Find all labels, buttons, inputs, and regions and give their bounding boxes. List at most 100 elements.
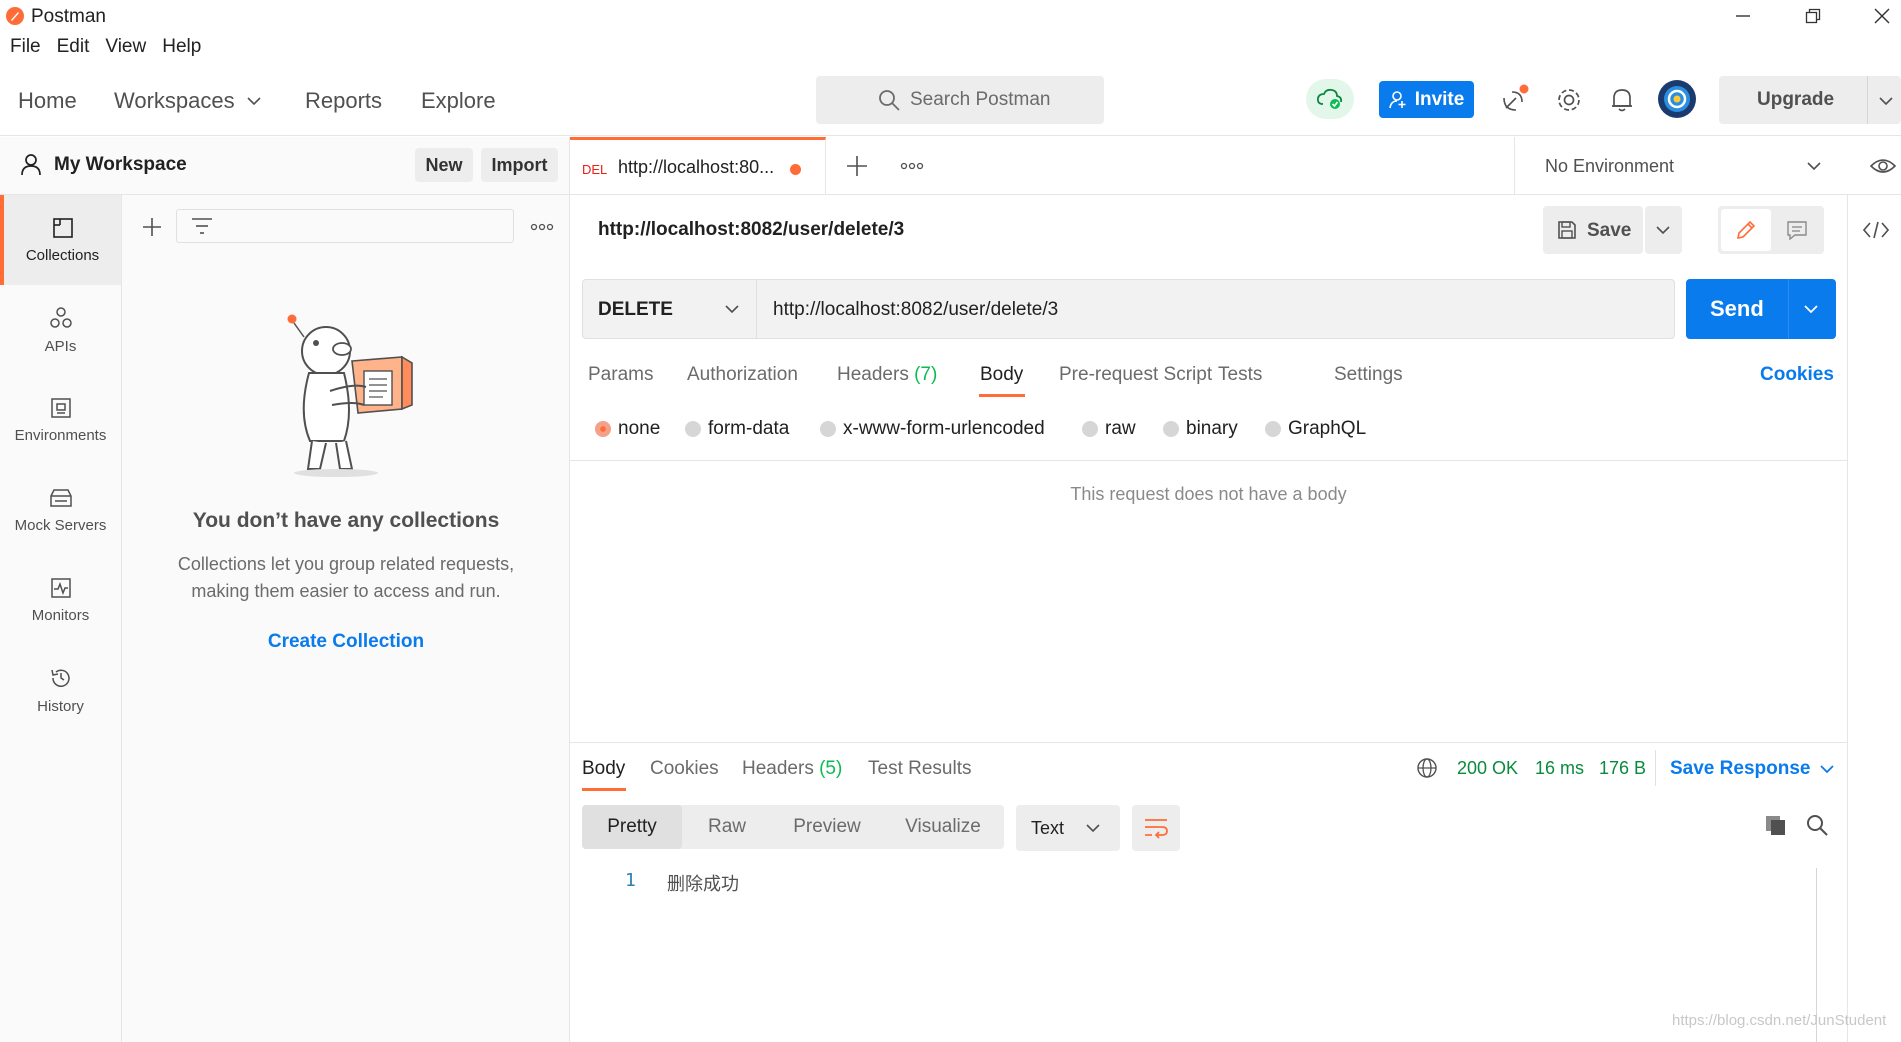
response-tab-cookies[interactable]: Cookies <box>650 758 719 780</box>
code-snippet-icon[interactable] <box>1863 220 1889 240</box>
menu-view[interactable]: View <box>105 36 146 64</box>
restore-button[interactable] <box>1784 0 1842 32</box>
menu-edit[interactable]: Edit <box>57 36 90 64</box>
chevron-down-icon <box>247 96 261 106</box>
wrap-lines-button[interactable] <box>1132 805 1180 851</box>
request-tab[interactable]: DEL http://localhost:80... <box>570 137 826 195</box>
tab-body[interactable]: Body <box>980 364 1023 386</box>
tab-more-options-icon[interactable] <box>900 162 924 170</box>
response-tab-test-results[interactable]: Test Results <box>868 758 971 780</box>
comments-mode-button[interactable] <box>1773 209 1821 251</box>
upgrade-button[interactable]: Upgrade <box>1719 76 1901 124</box>
response-tab-headers[interactable]: Headers (5) <box>742 758 842 780</box>
search-icon[interactable] <box>1806 814 1828 836</box>
search-bar[interactable]: Search Postman <box>816 76 1104 124</box>
tab-url: http://localhost:80... <box>618 157 775 177</box>
close-window-button[interactable] <box>1853 0 1901 32</box>
divider <box>1788 279 1789 339</box>
tab-authorization[interactable]: Authorization <box>687 364 798 386</box>
view-preview[interactable]: Preview <box>772 805 882 849</box>
sidebar-item-apis[interactable]: APIs <box>0 285 121 375</box>
url-input[interactable]: http://localhost:8082/user/delete/3 <box>773 299 1058 321</box>
response-time[interactable]: 16 ms <box>1535 758 1584 779</box>
add-icon[interactable] <box>142 217 162 237</box>
avatar[interactable] <box>1658 80 1696 118</box>
body-type-none[interactable]: none <box>595 418 660 440</box>
globe-icon[interactable] <box>1416 757 1438 779</box>
notifications-bell-icon[interactable] <box>1609 86 1635 114</box>
response-status[interactable]: 200 OK <box>1457 758 1518 779</box>
method-select[interactable]: DELETE <box>583 280 757 338</box>
radio-icon <box>685 421 701 437</box>
empty-state-description-line: Collections let you group related reques… <box>177 554 515 574</box>
response-pane-divider[interactable] <box>570 742 1847 743</box>
response-headers-count: (5) <box>819 758 843 779</box>
wrap-lines-icon <box>1144 817 1168 839</box>
menu-help[interactable]: Help <box>162 36 201 64</box>
body-type-raw[interactable]: raw <box>1082 418 1136 440</box>
view-raw[interactable]: Raw <box>682 805 772 849</box>
sidebar-item-mock-servers[interactable]: Mock Servers <box>0 465 121 555</box>
satellite-icon[interactable] <box>1500 84 1532 114</box>
tab-params[interactable]: Params <box>588 364 653 386</box>
nav-reports[interactable]: Reports <box>305 88 382 114</box>
sync-status-icon[interactable] <box>1306 79 1354 119</box>
menu-file[interactable]: File <box>10 36 41 64</box>
response-headers-label: Headers <box>742 758 814 779</box>
body-type-graphql[interactable]: GraphQL <box>1265 418 1366 440</box>
body-type-form-data[interactable]: form-data <box>685 418 789 440</box>
environment-quick-look-eye-icon[interactable] <box>1870 156 1896 176</box>
title-bar: Postman <box>0 0 1901 32</box>
chevron-down-icon[interactable] <box>1804 304 1818 314</box>
body-type-urlencoded[interactable]: x-www-form-urlencoded <box>820 418 1045 440</box>
chevron-down-icon <box>1656 225 1670 235</box>
save-options-dropdown[interactable] <box>1645 206 1682 254</box>
unsaved-indicator-icon <box>790 164 801 175</box>
cookies-link[interactable]: Cookies <box>1760 364 1834 386</box>
more-options-icon[interactable] <box>530 223 554 231</box>
sidebar-item-environments[interactable]: Environments <box>0 375 121 465</box>
radio-label: raw <box>1105 418 1136 439</box>
save-response-button[interactable]: Save Response <box>1670 758 1835 780</box>
response-body-text[interactable]: 删除成功 <box>667 870 739 896</box>
nav-workspaces[interactable]: Workspaces <box>114 88 261 114</box>
response-size[interactable]: 176 B <box>1599 758 1646 779</box>
invite-button[interactable]: Invite <box>1379 81 1474 118</box>
tab-settings[interactable]: Settings <box>1334 364 1403 386</box>
body-type-binary[interactable]: binary <box>1163 418 1238 440</box>
filter-icon[interactable] <box>191 217 213 235</box>
minimize-button[interactable] <box>1714 0 1772 32</box>
import-button[interactable]: Import <box>481 148 558 182</box>
search-icon <box>878 89 900 111</box>
sidebar-nav: Collections APIs Environments Mock Serve… <box>0 195 122 1042</box>
response-tab-body[interactable]: Body <box>582 758 625 780</box>
tab-tests[interactable]: Tests <box>1218 364 1262 386</box>
settings-gear-icon[interactable] <box>1555 86 1583 114</box>
view-pretty[interactable]: Pretty <box>582 805 682 849</box>
radio-selected-icon <box>595 421 611 437</box>
new-button[interactable]: New <box>415 148 473 182</box>
send-button[interactable]: Send <box>1686 279 1836 339</box>
edit-mode-button[interactable] <box>1721 209 1771 251</box>
collections-filter-input[interactable] <box>176 209 514 243</box>
nav-home[interactable]: Home <box>18 88 77 114</box>
copy-icon[interactable] <box>1765 815 1787 837</box>
divider <box>1655 750 1656 786</box>
environment-selector[interactable]: No Environment <box>1514 137 1844 195</box>
new-tab-icon[interactable] <box>846 155 868 177</box>
sidebar-item-collections[interactable]: Collections <box>0 195 121 285</box>
sidebar-item-monitors[interactable]: Monitors <box>0 555 121 645</box>
workspace-name[interactable]: My Workspace <box>54 154 187 176</box>
response-format-select[interactable]: Text <box>1016 805 1120 851</box>
create-collection-link[interactable]: Create Collection <box>122 631 570 653</box>
save-button[interactable]: Save <box>1543 206 1643 254</box>
tab-headers[interactable]: Headers (7) <box>837 364 937 386</box>
request-name[interactable]: http://localhost:8082/user/delete/3 <box>598 219 904 241</box>
divider <box>1867 76 1868 124</box>
sidebar-item-history[interactable]: History <box>0 645 121 735</box>
nav-explore[interactable]: Explore <box>421 88 496 114</box>
chevron-down-icon[interactable] <box>1879 96 1893 106</box>
empty-state-description: Collections let you group related reques… <box>142 551 550 605</box>
tab-pre-request-script[interactable]: Pre-request Script <box>1059 364 1212 386</box>
view-visualize[interactable]: Visualize <box>882 805 1004 849</box>
